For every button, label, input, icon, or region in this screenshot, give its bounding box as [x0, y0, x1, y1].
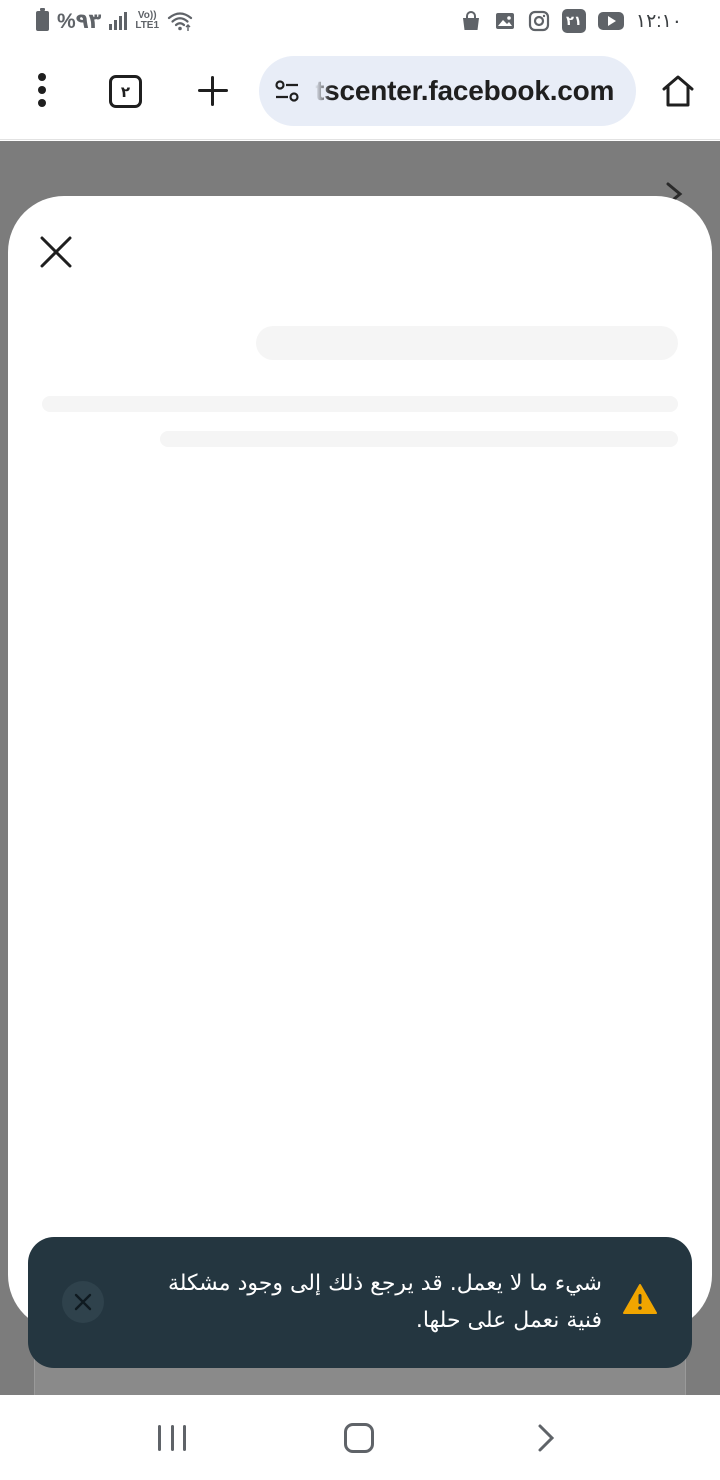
- loading-skeleton-line: [42, 396, 678, 412]
- status-bar: %٩٣ Vo)) LTE1 ٢١ ١٢:١٠: [0, 0, 720, 42]
- recents-icon[interactable]: [158, 1425, 186, 1451]
- close-icon[interactable]: [38, 234, 74, 270]
- back-chevron-icon[interactable]: [536, 1423, 556, 1453]
- plus-icon[interactable]: [196, 74, 230, 108]
- home-outline-icon[interactable]: [344, 1423, 374, 1453]
- battery-percent: %٩٣: [57, 9, 102, 33]
- site-settings-icon[interactable]: [273, 77, 301, 105]
- dismiss-snackbar-button[interactable]: [62, 1281, 104, 1323]
- wifi-icon: [167, 12, 193, 31]
- lte-label: LTE1: [135, 20, 160, 31]
- signal-icon: [109, 12, 128, 30]
- gallery-icon: [495, 13, 514, 29]
- status-right-group: ٢١ ١٢:١٠: [460, 8, 682, 34]
- warning-icon: [623, 1284, 657, 1314]
- modal-dialog: [8, 196, 712, 1331]
- close-icon: [74, 1293, 92, 1311]
- status-left-group: %٩٣ Vo)) LTE1: [36, 8, 193, 34]
- network-type: Vo)) LTE1: [135, 11, 159, 31]
- loading-skeleton-title: [256, 326, 678, 360]
- youtube-icon: [597, 12, 624, 30]
- url-text: tscenter.facebook.com: [315, 75, 615, 106]
- shopping-bag-icon: [462, 11, 479, 30]
- instagram-icon: [528, 10, 549, 32]
- address-bar[interactable]: tscenter.facebook.com: [259, 56, 636, 126]
- tab-count: ٢: [120, 83, 131, 101]
- system-nav-bar: [0, 1395, 720, 1480]
- error-snackbar: شيء ما لا يعمل. قد يرجع ذلك إلى وجود مشك…: [28, 1237, 692, 1368]
- browser-toolbar: ٢ tscenter.facebook.com: [0, 42, 720, 140]
- tabs-button[interactable]: ٢: [109, 75, 142, 108]
- error-message: شيء ما لا يعمل. قد يرجع ذلك إلى وجود مشك…: [167, 1271, 602, 1333]
- more-options-icon[interactable]: [28, 70, 56, 110]
- home-icon[interactable]: [660, 74, 696, 108]
- notification-badge: ٢١: [561, 9, 586, 33]
- loading-skeleton-line: [160, 431, 678, 447]
- battery-icon: [36, 8, 49, 31]
- clock: ١٢:١٠: [635, 10, 682, 32]
